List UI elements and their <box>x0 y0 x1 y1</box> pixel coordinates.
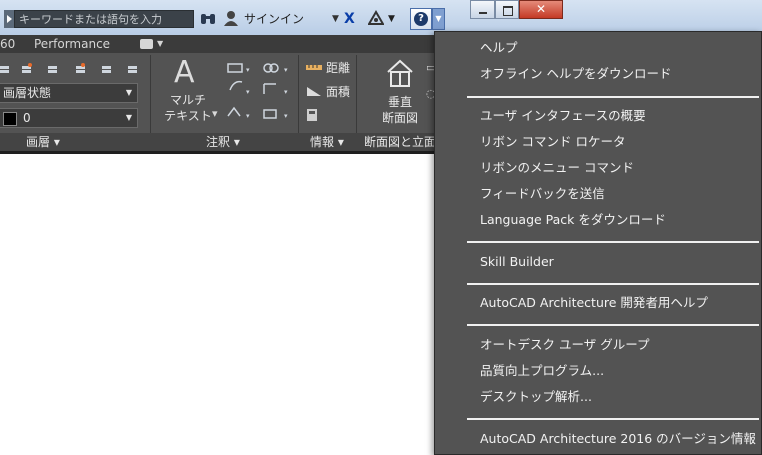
menu-item-help[interactable]: ヘルプ <box>480 39 518 57</box>
minimize-button[interactable] <box>470 0 495 19</box>
menu-separator <box>467 324 759 326</box>
multiline-text-icon[interactable]: A <box>174 58 200 88</box>
binoculars-icon[interactable] <box>200 10 216 28</box>
vertical-section-button[interactable]: 垂直 断面図 <box>378 94 422 126</box>
chevron-down-icon: ▼ <box>125 88 132 97</box>
menu-item-about[interactable]: AutoCAD Architecture 2016 のバージョン情報 <box>480 430 756 448</box>
user-icon[interactable] <box>224 10 238 28</box>
distance-button[interactable]: 距離 <box>326 60 350 76</box>
menu-item-ribbon-menu-commands[interactable]: リボンのメニュー コマンド <box>480 159 634 177</box>
layer-color-swatch <box>3 111 17 126</box>
chevron-down-icon[interactable]: ▼ <box>157 35 163 53</box>
menu-item-ribbon-locator[interactable]: リボン コマンド ロケータ <box>480 133 625 151</box>
svg-text:▾: ▾ <box>246 66 250 74</box>
calculator-icon[interactable] <box>306 108 318 127</box>
help-dropdown-button[interactable]: ▼ <box>432 8 445 30</box>
tab-360[interactable]: 60 <box>0 35 15 53</box>
vertical-label-2: 断面図 <box>381 111 418 125</box>
maximize-button[interactable] <box>495 0 519 19</box>
area-icon <box>306 85 322 102</box>
multitext-label-1: マルチ <box>169 93 206 107</box>
menu-separator <box>467 418 759 420</box>
layer-tool-icons[interactable] <box>0 60 150 78</box>
ribbon-bottom-border <box>0 151 436 154</box>
search-expand-icon[interactable] <box>4 10 14 28</box>
layer-state-value: 画層状態 <box>3 86 52 100</box>
menu-item-offline-help[interactable]: オフライン ヘルプをダウンロード <box>480 65 671 83</box>
search-input[interactable]: キーワードまたは語句を入力 <box>14 10 194 28</box>
ruler-icon <box>306 61 322 78</box>
svg-text:▾: ▾ <box>284 66 288 74</box>
menu-item-desktop-analytics[interactable]: デスクトップ解析... <box>480 388 592 406</box>
layer-value: 0 <box>23 111 31 125</box>
multiline-text-button[interactable]: マルチ テキスト <box>163 92 213 124</box>
svg-text:▾: ▾ <box>284 88 288 96</box>
svg-text:▾: ▾ <box>284 112 288 120</box>
area-button[interactable]: 面積 <box>326 84 350 100</box>
menu-item-send-feedback[interactable]: フィードバックを送信 <box>480 185 605 203</box>
menu-item-developer-help[interactable]: AutoCAD Architecture 開発者用ヘルプ <box>480 294 708 312</box>
tab-performance[interactable]: Performance <box>34 35 110 53</box>
menu-separator <box>467 283 759 285</box>
menu-item-language-pack[interactable]: Language Pack をダウンロード <box>480 211 666 229</box>
multitext-label-2: テキスト <box>164 109 212 123</box>
help-button[interactable]: ? <box>410 8 432 30</box>
chevron-down-icon[interactable]: ▼ <box>388 10 395 28</box>
layers-panel-title[interactable]: 画層 ▾ <box>26 133 60 151</box>
close-button[interactable]: ✕ <box>519 0 563 19</box>
layer-combo[interactable]: 0 ▼ <box>0 108 138 128</box>
menu-item-ui-overview[interactable]: ユーザ インタフェースの概要 <box>480 107 646 125</box>
menu-separator <box>467 96 759 98</box>
menu-item-quality-program[interactable]: 品質向上プログラム... <box>480 362 604 380</box>
layer-state-combo[interactable]: 画層状態 ▼ <box>0 83 138 103</box>
chevron-down-icon[interactable]: ▼ <box>332 10 339 28</box>
annotation-tool-icons[interactable]: ▾ ▾ ▾ ▾ ▾ ▾ <box>226 60 296 130</box>
svg-text:▾: ▾ <box>246 88 250 96</box>
section-panel-title[interactable]: 断面図と立面 <box>364 133 436 151</box>
menu-item-user-group[interactable]: オートデスク ユーザ グループ <box>480 336 649 354</box>
x-exchange-icon[interactable]: X <box>344 10 355 28</box>
vertical-label-1: 垂直 <box>387 95 412 109</box>
chevron-down-icon: ▼ <box>125 113 132 122</box>
info-panel-title[interactable]: 情報 ▾ <box>310 133 344 151</box>
ribbon-toggle-icon[interactable] <box>140 39 153 49</box>
menu-separator <box>467 241 759 243</box>
close-icon: ✕ <box>535 2 547 16</box>
a360-icon[interactable] <box>367 10 385 28</box>
vertical-section-icon[interactable] <box>385 58 415 88</box>
question-icon: ? <box>414 12 428 26</box>
svg-text:▾: ▾ <box>246 112 250 120</box>
sign-in-button[interactable]: サインイン <box>244 10 304 28</box>
menu-item-skill-builder[interactable]: Skill Builder <box>480 253 554 271</box>
chevron-down-icon[interactable]: ▾ <box>212 106 218 122</box>
help-menu: ヘルプ オフライン ヘルプをダウンロード ユーザ インタフェースの概要 リボン … <box>434 31 762 455</box>
annotation-panel-title[interactable]: 注釈 ▾ <box>206 133 240 151</box>
